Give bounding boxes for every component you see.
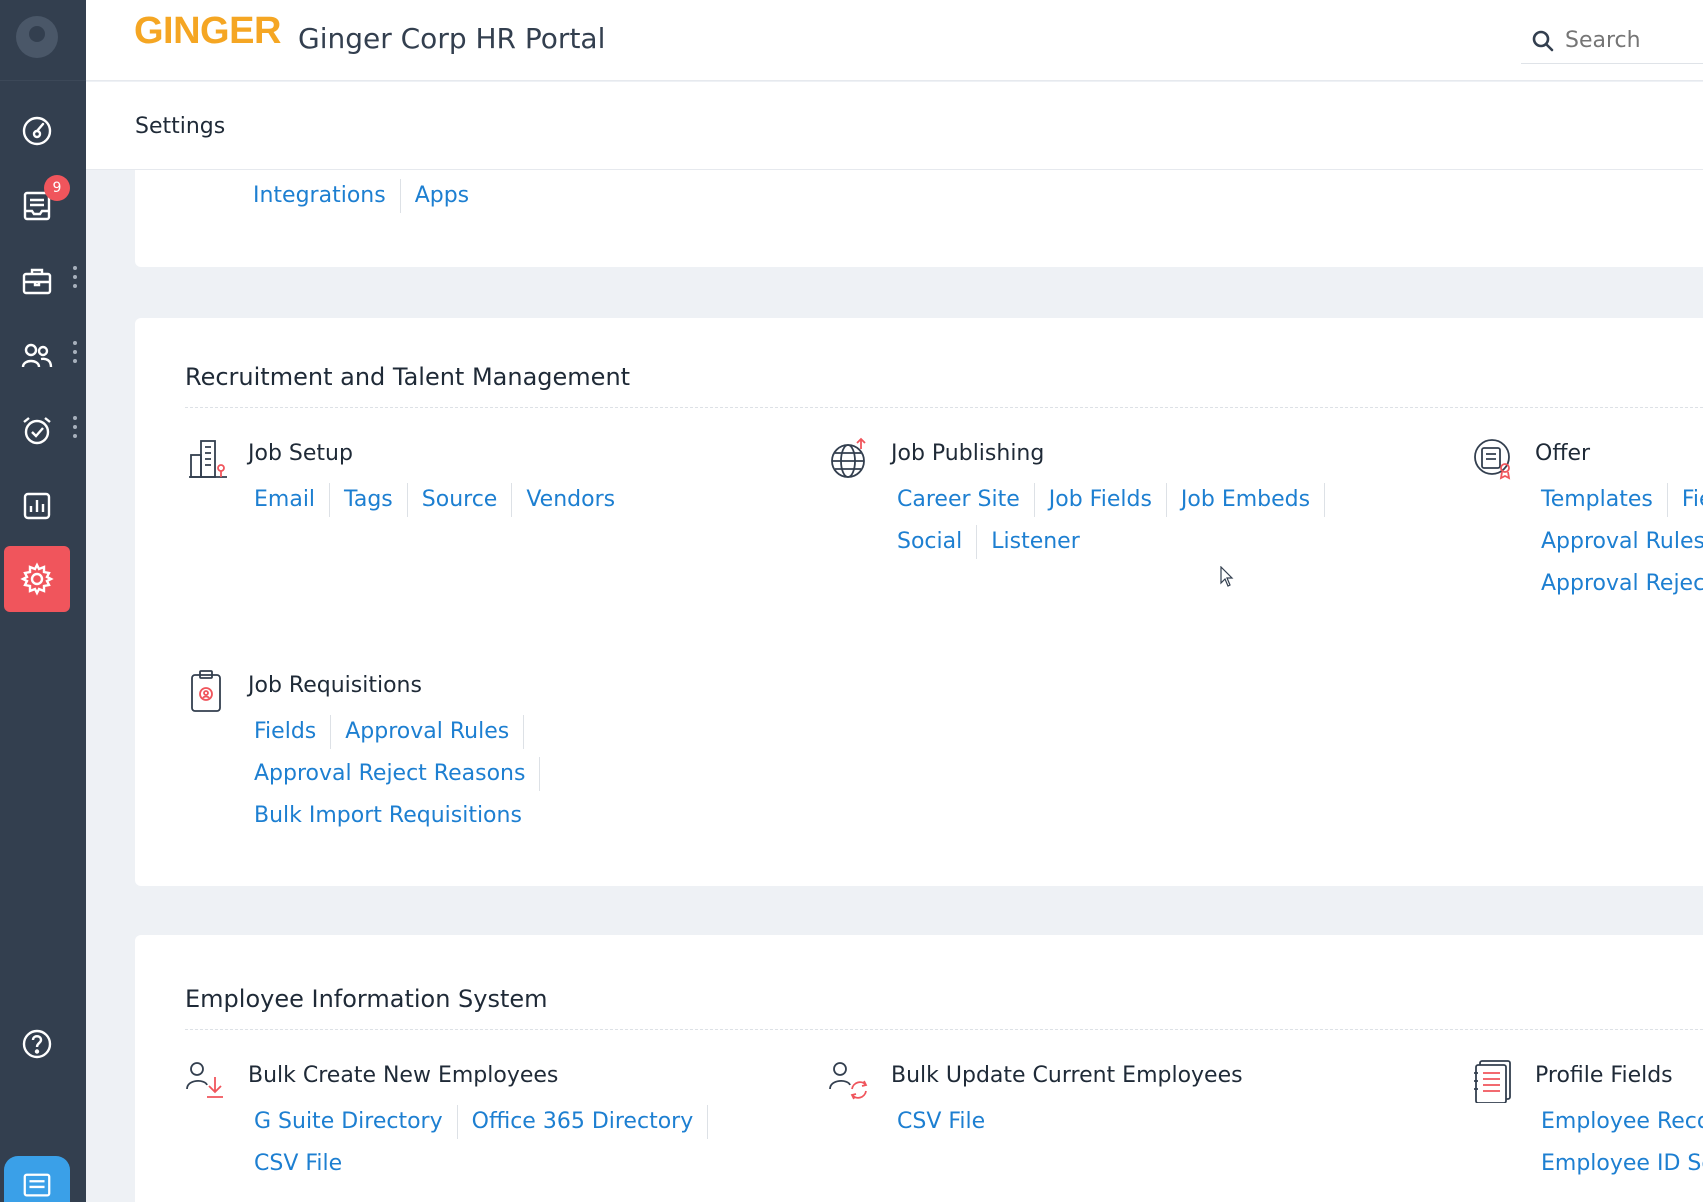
sidebar-item-help[interactable]	[4, 1011, 70, 1077]
employee-info-section-title: Employee Information System	[185, 985, 548, 1013]
bulk-create-csv-link[interactable]: CSV File	[248, 1147, 356, 1181]
social-link[interactable]: Social	[891, 525, 978, 559]
alarm-clock-icon	[23, 417, 51, 445]
chat-button[interactable]	[4, 1156, 70, 1202]
sidebar: 9	[0, 0, 86, 1202]
search-input[interactable]	[1565, 28, 1703, 53]
building-icon	[185, 437, 229, 481]
clipboard-user-icon	[185, 669, 229, 713]
top-header: GINGER Ginger Corp HR Portal	[86, 0, 1703, 81]
chat-icon	[23, 1173, 51, 1197]
people-icon	[21, 343, 53, 368]
apps-link[interactable]: Apps	[401, 179, 483, 213]
section-divider	[185, 1029, 1703, 1030]
integrations-card: Integrations Apps	[135, 170, 1703, 267]
people-menu-dots[interactable]	[72, 341, 78, 363]
offer-certificate-icon	[1472, 437, 1516, 481]
offer-approval-rules-link[interactable]: Approval Rules	[1535, 525, 1703, 559]
search-icon	[1532, 30, 1554, 51]
user-download-icon	[185, 1059, 229, 1103]
time-menu-dots[interactable]	[72, 416, 78, 438]
sidebar-item-settings[interactable]	[4, 546, 70, 612]
integrations-link[interactable]: Integrations	[247, 179, 401, 213]
sidebar-divider	[0, 80, 86, 81]
offer-fields-link[interactable]: Fiel	[1668, 483, 1703, 517]
job-requisitions-title: Job Requisitions	[248, 673, 422, 698]
job-embeds-link[interactable]: Job Embeds	[1167, 483, 1326, 517]
career-site-link[interactable]: Career Site	[891, 483, 1035, 517]
jobs-menu-dots[interactable]	[72, 266, 78, 288]
employee-id-sequence-link[interactable]: Employee ID Sec	[1535, 1147, 1703, 1181]
notification-badge: 9	[44, 175, 70, 201]
job-publishing-title: Job Publishing	[891, 441, 1045, 466]
sidebar-item-jobs[interactable]	[4, 248, 70, 314]
listener-link[interactable]: Listener	[977, 525, 1094, 559]
bulk-create-title: Bulk Create New Employees	[248, 1063, 559, 1088]
notebook-list-icon	[1472, 1059, 1516, 1104]
tags-link[interactable]: Tags	[330, 483, 408, 517]
templates-link[interactable]: Templates	[1535, 483, 1668, 517]
bulk-update-csv-link[interactable]: CSV File	[891, 1105, 999, 1139]
vendors-link[interactable]: Vendors	[512, 483, 629, 517]
offer-approval-reject-link[interactable]: Approval Reject	[1535, 567, 1703, 601]
approval-reject-reasons-link[interactable]: Approval Reject Reasons	[248, 757, 541, 791]
help-icon	[22, 1029, 52, 1059]
bulk-import-requisitions-link[interactable]: Bulk Import Requisitions	[248, 799, 536, 833]
offer-title: Offer	[1535, 441, 1591, 466]
job-setup-title: Job Setup	[248, 441, 353, 466]
search-box[interactable]	[1521, 18, 1703, 64]
g-suite-directory-link[interactable]: G Suite Directory	[248, 1105, 458, 1139]
employee-info-card: Employee Information System Bulk Create …	[135, 935, 1703, 1202]
email-link[interactable]: Email	[248, 483, 331, 517]
gear-icon	[20, 562, 54, 596]
dashboard-icon	[22, 116, 52, 146]
requisition-approval-rules-link[interactable]: Approval Rules	[331, 715, 525, 749]
office-365-directory-link[interactable]: Office 365 Directory	[458, 1105, 709, 1139]
page-title: Settings	[135, 114, 226, 139]
recruitment-card: Recruitment and Talent Management Job Se…	[135, 318, 1703, 886]
reports-chart-icon	[23, 492, 51, 520]
requisition-fields-link[interactable]: Fields	[248, 715, 332, 749]
profile-fields-title: Profile Fields	[1535, 1063, 1673, 1088]
globe-upload-icon	[828, 437, 872, 481]
sidebar-item-dashboard[interactable]	[4, 98, 70, 164]
source-link[interactable]: Source	[408, 483, 513, 517]
page-header: Settings	[86, 82, 1703, 170]
bulk-update-title: Bulk Update Current Employees	[891, 1063, 1243, 1088]
app-title: Ginger Corp HR Portal	[298, 22, 606, 55]
job-fields-link[interactable]: Job Fields	[1035, 483, 1167, 517]
mouse-cursor-icon	[1220, 566, 1234, 587]
recruitment-section-title: Recruitment and Talent Management	[185, 363, 631, 391]
user-sync-icon	[828, 1059, 872, 1103]
briefcase-icon	[22, 268, 52, 295]
employee-record-link[interactable]: Employee Recor	[1535, 1105, 1703, 1139]
section-divider	[185, 407, 1703, 408]
sidebar-item-reports[interactable]	[4, 473, 70, 539]
ginger-logo[interactable]: GINGER	[134, 10, 281, 53]
user-avatar[interactable]	[16, 16, 58, 58]
sidebar-item-people[interactable]	[4, 323, 70, 389]
sidebar-item-time[interactable]	[4, 398, 70, 464]
